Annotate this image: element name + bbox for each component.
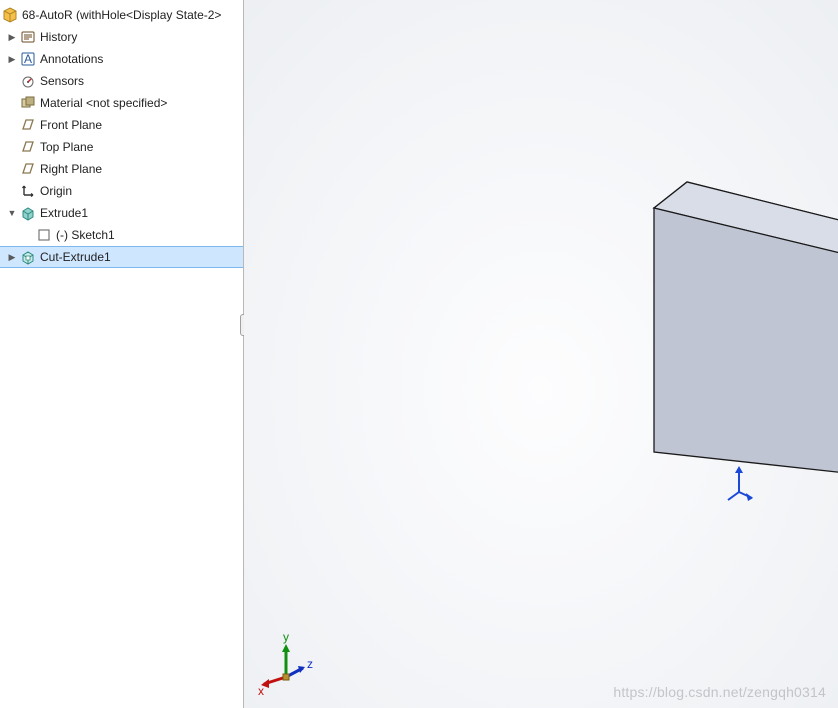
plane-icon [20, 139, 36, 155]
tree-item-material[interactable]: Material <not specified> [0, 92, 243, 114]
watermark-text: https://blog.csdn.net/zengqh0314 [613, 684, 826, 700]
origin-label: Origin [40, 180, 72, 202]
expand-icon[interactable]: ▶ [6, 53, 18, 65]
tree-item-extrude1[interactable]: ▼ Extrude1 [0, 202, 243, 224]
material-label: Material <not specified> [40, 92, 167, 114]
tree-item-cut-extrude1[interactable]: ▶ Cut-Extrude1 [0, 246, 243, 268]
tree-item-origin[interactable]: Origin [0, 180, 243, 202]
sketch1-label: (-) Sketch1 [56, 224, 115, 246]
history-label: History [40, 26, 77, 48]
tree-root-label: 68-AutoR (withHole<Display State-2> [22, 4, 221, 26]
plane-icon [20, 161, 36, 177]
material-icon [20, 95, 36, 111]
plane-icon [20, 117, 36, 133]
graphics-viewport[interactable]: z y x https://blog.csdn.net/zengqh0314 [244, 0, 838, 708]
feature-tree-panel[interactable]: 68-AutoR (withHole<Display State-2> ▶ Hi… [0, 0, 244, 708]
svg-text:A: A [24, 52, 32, 66]
cut-extrude-icon [20, 249, 36, 265]
triad-y-label: y [283, 630, 289, 644]
sensors-icon [20, 73, 36, 89]
front-plane-label: Front Plane [40, 114, 102, 136]
sensors-label: Sensors [40, 70, 84, 92]
sketch-icon [36, 227, 52, 243]
tree-item-history[interactable]: ▶ History [0, 26, 243, 48]
right-plane-label: Right Plane [40, 158, 102, 180]
tree-root-part[interactable]: 68-AutoR (withHole<Display State-2> [0, 4, 243, 26]
origin-triad[interactable]: z y x [258, 628, 328, 698]
view-triad-icon[interactable] [726, 464, 754, 504]
tree-item-front-plane[interactable]: Front Plane [0, 114, 243, 136]
origin-icon [20, 183, 36, 199]
triad-x-label: x [258, 684, 264, 698]
history-icon [20, 29, 36, 45]
part-icon [2, 7, 18, 23]
extrude1-label: Extrude1 [40, 202, 88, 224]
tree-item-top-plane[interactable]: Top Plane [0, 136, 243, 158]
tree-item-right-plane[interactable]: Right Plane [0, 158, 243, 180]
cut-extrude1-label: Cut-Extrude1 [40, 246, 111, 268]
triad-z-label: z [307, 657, 313, 671]
top-plane-label: Top Plane [40, 136, 93, 158]
extrude-icon [20, 205, 36, 221]
annotations-label: Annotations [40, 48, 103, 70]
collapse-icon[interactable]: ▼ [6, 207, 18, 219]
expand-icon[interactable]: ▶ [6, 31, 18, 43]
annotations-icon: A [20, 51, 36, 67]
tree-item-sensors[interactable]: Sensors [0, 70, 243, 92]
tree-item-sketch1[interactable]: (-) Sketch1 [0, 224, 243, 246]
tree-item-annotations[interactable]: ▶ A Annotations [0, 48, 243, 70]
expand-icon[interactable]: ▶ [6, 251, 18, 263]
